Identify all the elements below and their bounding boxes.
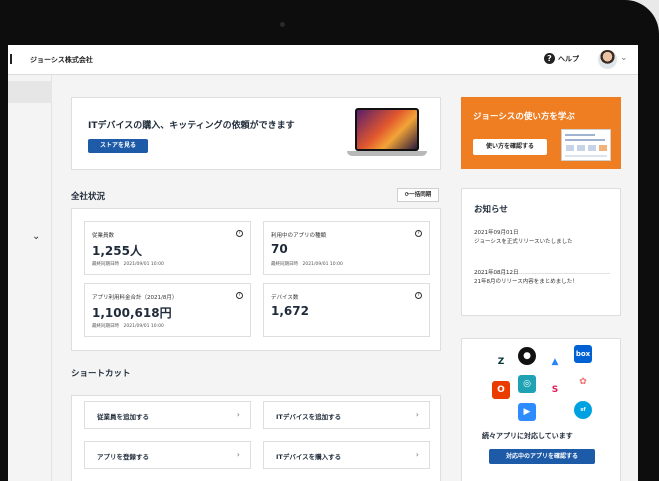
store-button[interactable]: ストアを見る	[88, 139, 148, 153]
avatar[interactable]	[598, 50, 617, 69]
shortcut-label: 従業員を追加する	[97, 413, 149, 421]
office-icon: O	[492, 381, 510, 399]
stat-card[interactable]: デバイス数 ? 1,672	[263, 283, 430, 337]
shortcuts-title: ショートカット	[71, 369, 131, 379]
chevron-right-icon: ›	[415, 450, 419, 459]
stat-sync-time: 最終同期日時 2021/09/01 10:00	[92, 324, 164, 329]
zendesk-icon: Z	[497, 357, 505, 367]
stat-value: 1,672	[271, 304, 309, 318]
zoom-icon: ▶	[518, 403, 536, 421]
news-text: 21年8月のリリース内容をまとめました！	[474, 279, 578, 285]
stat-label: 利用中のアプリの種類	[271, 233, 327, 239]
company-name: ジョーシス株式会社	[30, 56, 93, 64]
banner-title: ITデバイスの購入、キッティングの依頼ができます	[88, 121, 295, 131]
chevron-down-icon[interactable]: ⌄	[620, 53, 628, 63]
chevron-right-icon: ›	[236, 410, 240, 419]
stat-card[interactable]: アプリ利用料金合計（2021/8月） ? 1,100,618円 最終同期日時 2…	[84, 283, 251, 337]
promo-title: ジョーシスの使い方を学ぶ	[473, 112, 575, 122]
news-item[interactable]: 2021年09月01日 ジョーシスを正式リリースいたしました	[474, 229, 573, 247]
news-date: 2021年09月01日	[474, 230, 519, 236]
box-icon: box	[574, 345, 592, 363]
news-panel: お知らせ 2021年09月01日 ジョーシスを正式リリースいたしました 2021…	[461, 188, 621, 316]
help-icon[interactable]: ?	[236, 292, 243, 299]
asana-icon: ✿	[579, 377, 587, 387]
stat-card[interactable]: 利用中のアプリの種類 ? 70 最終同期日時 2021/09/01 10:00	[263, 221, 430, 275]
shortcut-buy-device[interactable]: ITデバイスを購入する ›	[263, 441, 430, 469]
help-icon[interactable]: ?	[236, 230, 243, 237]
shortcut-register-app[interactable]: アプリを登録する ›	[84, 441, 251, 469]
help-icon[interactable]: ?	[415, 292, 422, 299]
sync-button[interactable]: ⟳一括同期	[397, 188, 439, 202]
chevron-right-icon: ›	[236, 450, 240, 459]
shortcut-label: ITデバイスを追加する	[276, 413, 342, 421]
shortcut-label: アプリを登録する	[97, 453, 149, 461]
app-icon: ◎	[518, 375, 536, 393]
news-title: お知らせ	[474, 205, 508, 215]
laptop-frame: ジョーシス株式会社 ? ヘルプ ⌄ ⌄ ITデバイスの購入、キッティングの依頼が…	[0, 0, 659, 481]
dashboard-illustration	[561, 129, 611, 161]
sync-label: 一括同期	[409, 192, 432, 198]
help-label: ヘルプ	[558, 54, 579, 63]
stat-value: 1,255人	[92, 244, 142, 258]
sidebar: ⌄	[8, 75, 52, 481]
apps-panel: Z ● ▲ box O ◎ S ✿ ▶ sf 続々アプリに対応しています 対応中…	[461, 338, 621, 481]
stat-value: 70	[271, 242, 288, 256]
news-item[interactable]: 2021年08月12日 21年8月のリリース内容をまとめました！	[474, 269, 578, 287]
supported-apps-button[interactable]: 対応中のアプリを確認する	[489, 449, 595, 464]
shortcut-add-device[interactable]: ITデバイスを追加する ›	[263, 401, 430, 429]
github-icon: ●	[518, 347, 536, 365]
chevron-down-icon[interactable]: ⌄	[32, 231, 40, 242]
slack-icon: S	[551, 385, 559, 395]
learn-promo: ジョーシスの使い方を学ぶ 使い方を確認する	[461, 97, 621, 169]
stat-value: 1,100,618円	[92, 306, 172, 320]
shortcut-panel: 従業員を追加する › ITデバイスを追加する › アプリを登録する › ITデバ…	[71, 395, 441, 481]
chevron-right-icon: ›	[415, 410, 419, 419]
help-icon[interactable]: ?	[415, 230, 422, 237]
stat-sync-time: 最終同期日時 2021/09/01 10:00	[271, 262, 343, 267]
sidebar-item-active[interactable]	[8, 81, 52, 103]
shortcut-add-employee[interactable]: 従業員を追加する ›	[84, 401, 251, 429]
status-panel: 従業員数 ? 1,255人 最終同期日時 2021/09/01 10:00 利用…	[71, 208, 441, 351]
stat-label: デバイス数	[271, 295, 299, 301]
screen: ジョーシス株式会社 ? ヘルプ ⌄ ⌄ ITデバイスの購入、キッティングの依頼が…	[8, 45, 638, 481]
atlassian-icon: ▲	[551, 357, 559, 367]
learn-button[interactable]: 使い方を確認する	[473, 139, 547, 155]
salesforce-icon: sf	[574, 401, 592, 419]
laptop-image	[347, 108, 427, 160]
help-icon: ?	[544, 53, 555, 64]
store-banner: ITデバイスの購入、キッティングの依頼ができます ストアを見る	[71, 97, 441, 170]
news-date: 2021年08月12日	[474, 270, 519, 276]
status-title: 全社状況	[71, 192, 106, 202]
news-text: ジョーシスを正式リリースいたしました	[474, 239, 573, 245]
camera	[280, 22, 285, 27]
stat-sync-time: 最終同期日時 2021/09/01 10:00	[92, 262, 164, 267]
stat-card[interactable]: 従業員数 ? 1,255人 最終同期日時 2021/09/01 10:00	[84, 221, 251, 275]
stat-label: アプリ利用料金合計（2021/8月）	[92, 295, 178, 301]
top-bar: ジョーシス株式会社 ? ヘルプ ⌄	[8, 45, 638, 75]
shortcut-label: ITデバイスを購入する	[276, 453, 342, 461]
stat-label: 従業員数	[92, 233, 115, 239]
apps-title: 続々アプリに対応しています	[482, 432, 573, 440]
help-button[interactable]: ? ヘルプ	[544, 53, 579, 64]
menu-icon[interactable]	[10, 54, 12, 64]
